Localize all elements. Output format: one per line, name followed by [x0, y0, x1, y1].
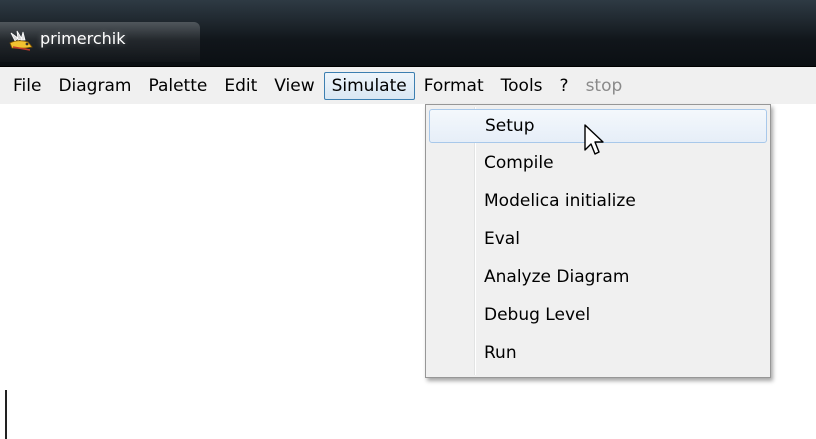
canvas-left-edge	[5, 390, 7, 439]
application-window: primerchik File Diagram Palette Edit Vie…	[0, 0, 816, 439]
mouse-pointer-icon	[584, 124, 604, 155]
menu-file[interactable]: File	[5, 72, 49, 100]
app-icon[interactable]	[8, 29, 34, 53]
menu-palette[interactable]: Palette	[140, 72, 215, 100]
window-title: primerchik	[40, 29, 126, 48]
menu-item-modelica-initialize[interactable]: Modelica initialize	[429, 185, 767, 219]
menu-bar: File Diagram Palette Edit View Simulate …	[0, 66, 816, 104]
menu-view[interactable]: View	[266, 72, 322, 100]
menu-diagram[interactable]: Diagram	[50, 72, 139, 100]
menu-item-eval[interactable]: Eval	[429, 223, 767, 257]
menu-format[interactable]: Format	[416, 72, 492, 100]
menu-simulate[interactable]: Simulate	[323, 71, 415, 100]
menu-edit[interactable]: Edit	[216, 72, 265, 100]
menu-stop[interactable]: stop	[578, 72, 631, 100]
menu-item-run[interactable]: Run	[429, 337, 767, 371]
menu-item-analyze-diagram[interactable]: Analyze Diagram	[429, 261, 767, 295]
menu-help[interactable]: ?	[552, 72, 577, 100]
menu-tools[interactable]: Tools	[493, 72, 551, 100]
title-bar[interactable]: primerchik	[0, 0, 816, 66]
menu-item-debug-level[interactable]: Debug Level	[429, 299, 767, 333]
